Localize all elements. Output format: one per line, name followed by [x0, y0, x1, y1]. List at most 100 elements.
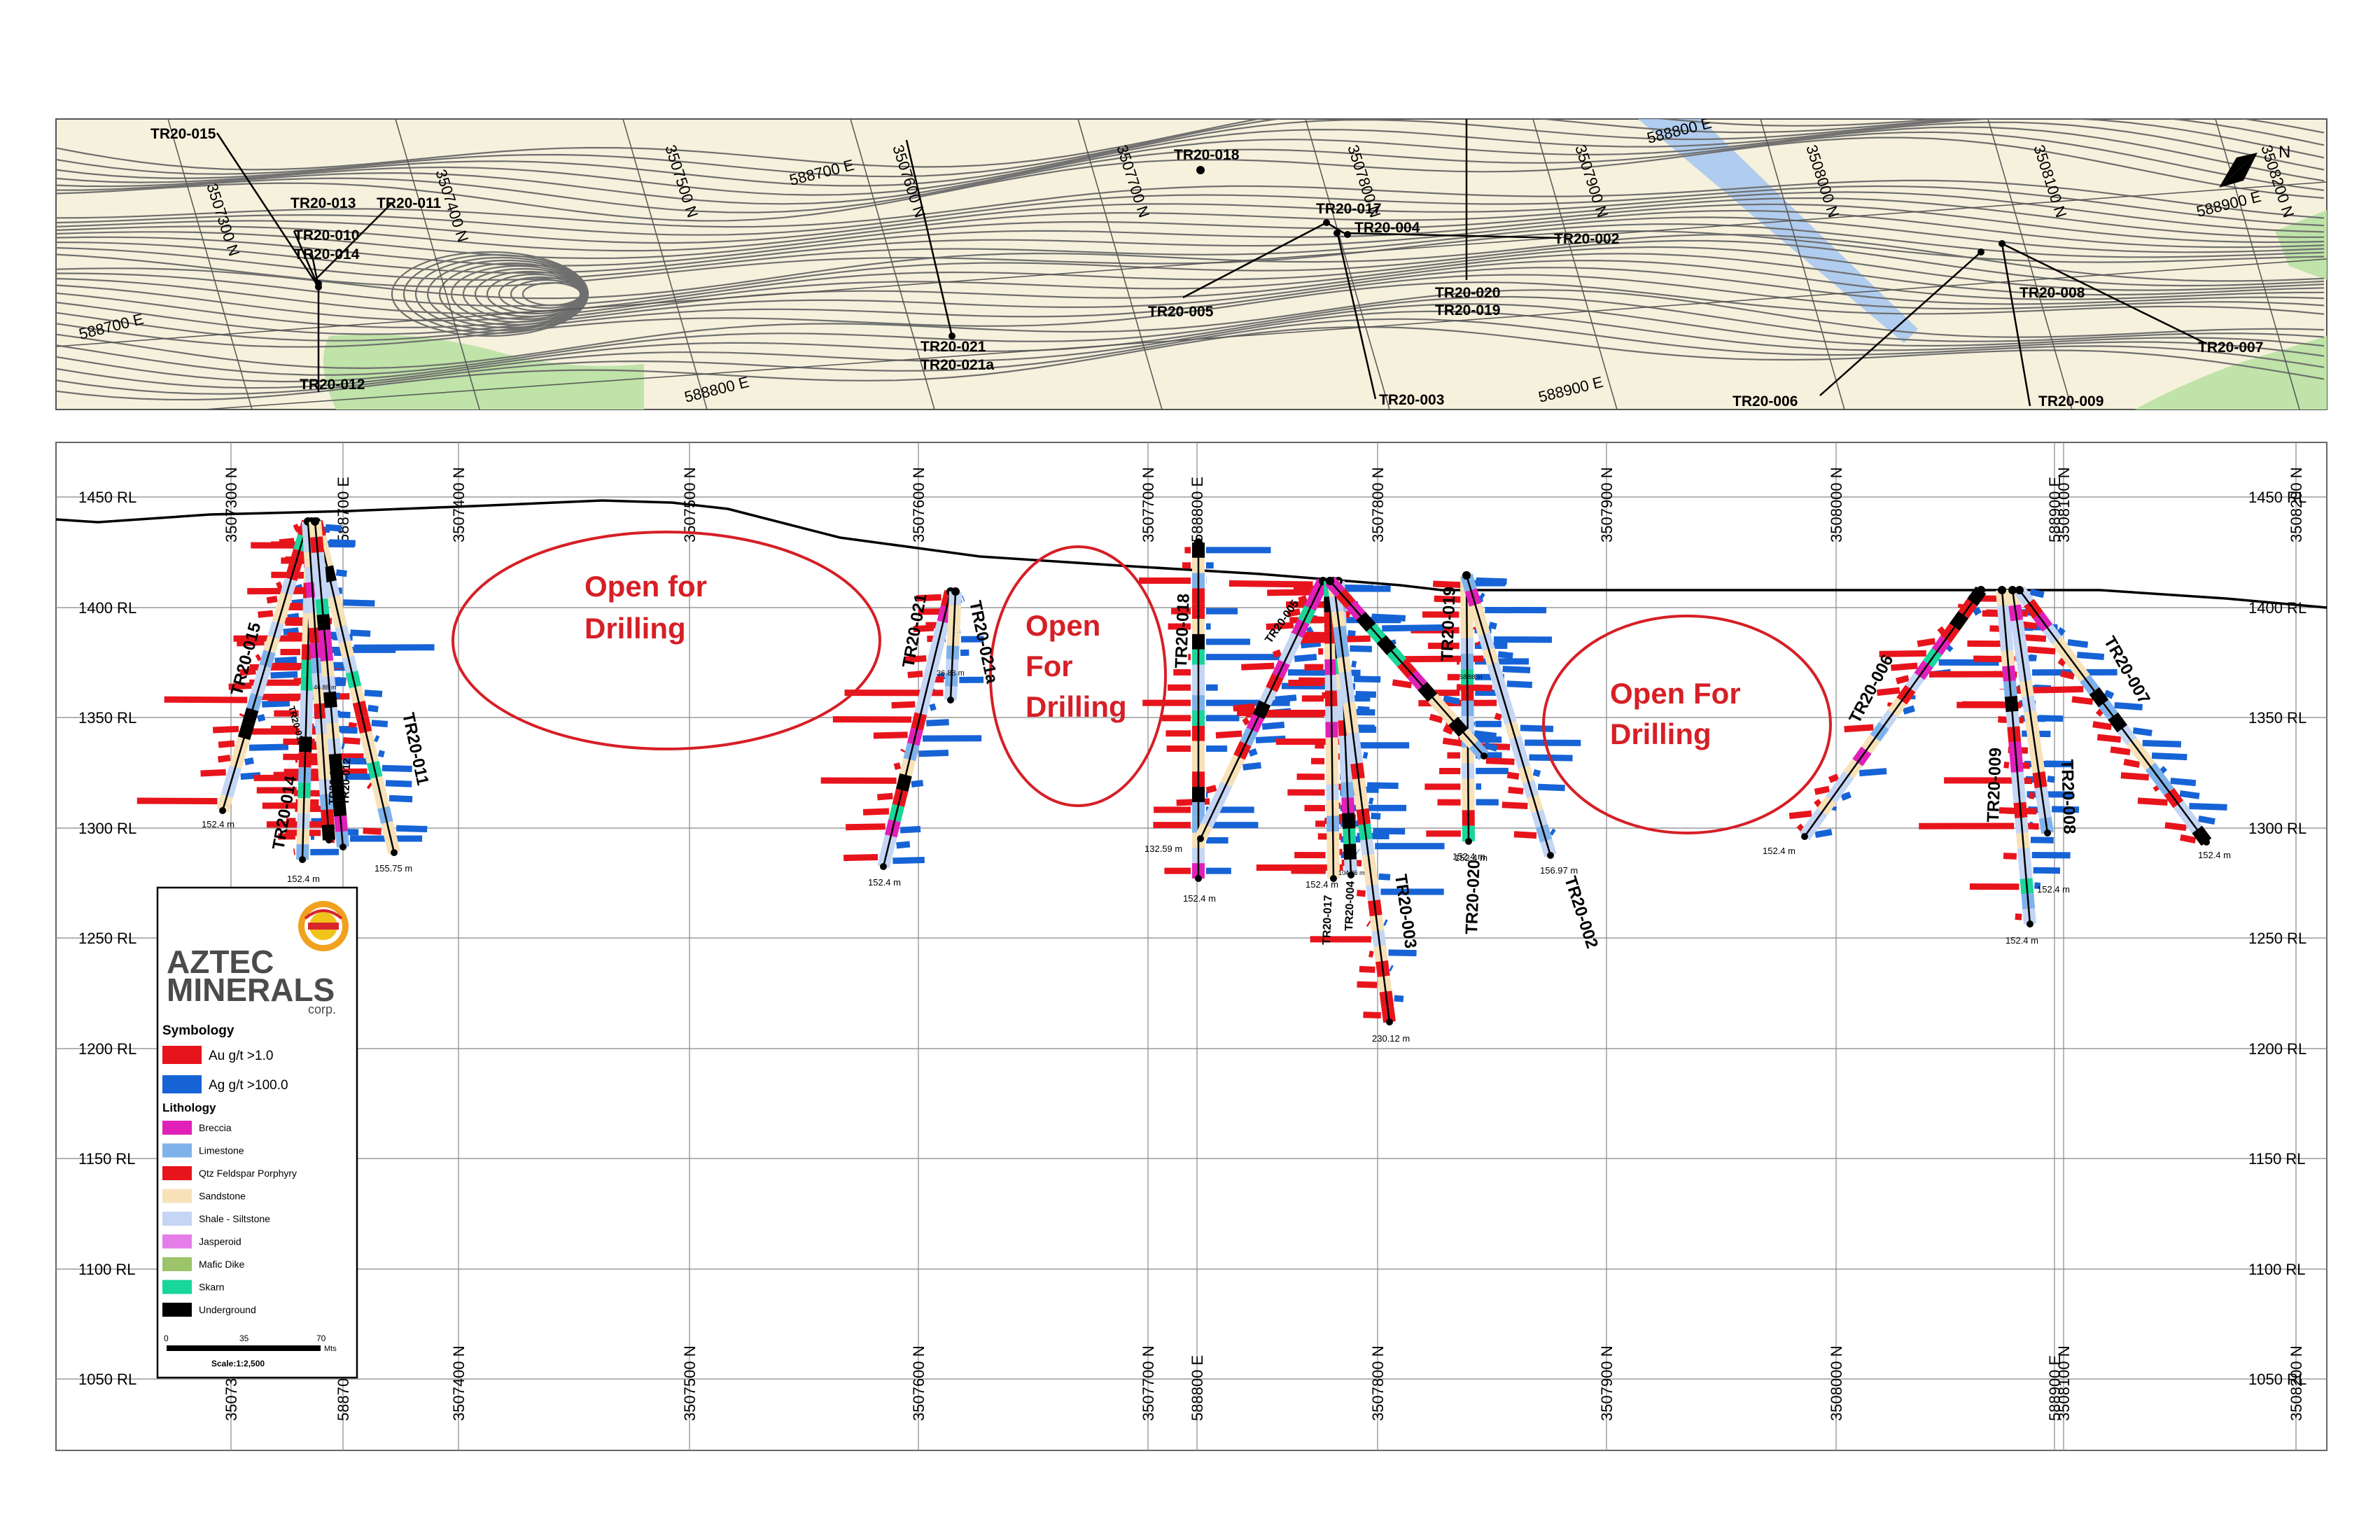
grid-label: 588700 E — [335, 477, 352, 542]
hole-end-marker — [1197, 835, 1204, 842]
au-assay-bar — [1796, 823, 1805, 832]
ag-assay-bar — [1474, 730, 1497, 739]
ag-assay-bar — [1483, 742, 1498, 752]
au-assay-bar — [1215, 730, 1242, 738]
hole-end-marker — [2026, 920, 2033, 927]
rl-label: 1450 RL — [78, 489, 136, 506]
section-hole-label: TR20-008 — [2057, 759, 2079, 834]
lithology-label: Skarn — [199, 1282, 225, 1293]
collar-marker — [1998, 586, 2006, 594]
hole-label: TR20-021 — [920, 339, 986, 355]
au-assay-bar — [2003, 853, 2017, 860]
au-assay-bar — [2027, 646, 2056, 655]
scale-bar — [167, 1345, 321, 1351]
au-assay-bar — [1494, 713, 1502, 721]
grid-label: 3507400 N — [450, 1345, 468, 1421]
lithology-label: Sandstone — [199, 1191, 246, 1202]
au-assay-bar — [2029, 792, 2036, 799]
au-assay-bar — [2110, 746, 2131, 756]
open-area-label: Open For — [1610, 677, 1741, 710]
ag-assay-bar — [2104, 690, 2115, 699]
au-assay-bar — [1442, 737, 1464, 747]
ag-assay-bar — [1357, 706, 1370, 713]
au-assay-bar — [1205, 785, 1217, 794]
ag-assay-bar — [1497, 651, 1513, 659]
open-area-label: Drilling — [1026, 690, 1127, 723]
depth-label: 152.4 m — [1306, 879, 1338, 890]
ag-assay-bar — [325, 524, 342, 532]
ag-assay-bar — [1506, 680, 1533, 688]
ag-assay-bar — [1840, 791, 1852, 801]
ag-assay-bar — [2189, 802, 2227, 811]
au-assay-bar — [1485, 757, 1515, 765]
rl-label: 1300 RL — [78, 820, 136, 837]
au-assay-bar — [212, 725, 239, 734]
au-assay-bar — [1392, 679, 1413, 689]
au-assay-bar — [1814, 799, 1823, 808]
hole-end-marker — [219, 807, 226, 814]
hole-label: TR20-014 — [294, 246, 360, 262]
ag-assay-bar — [350, 629, 371, 637]
ag-assay-bar — [283, 627, 299, 636]
ag-assay-bar — [1350, 645, 1373, 652]
hole-label: TR20-008 — [2019, 285, 2085, 301]
au-assay-bar — [343, 737, 360, 745]
rl-label: 1100 RL — [78, 1261, 136, 1278]
au-assay-bar — [136, 797, 218, 805]
ag-assay-bar — [373, 735, 380, 743]
ag-assay-bar — [1355, 691, 1377, 698]
grid-label: 3507600 N — [910, 467, 927, 542]
lithology-swatch — [162, 1303, 192, 1317]
lithology-swatch — [162, 1234, 192, 1249]
ag-assay-bar — [1443, 695, 1460, 705]
au-assay-bar — [893, 762, 902, 770]
collar-marker — [2015, 586, 2024, 594]
ag-assay-bar — [1476, 577, 1507, 585]
au-assay-bar — [363, 827, 382, 835]
hole-end-marker — [299, 856, 306, 863]
au-assay-bar — [1471, 626, 1478, 631]
ag-assay-bar — [244, 757, 254, 766]
ag-assay-bar — [1306, 626, 1314, 635]
ag-assay-bar — [248, 743, 289, 751]
depth-label: 36.88 m — [937, 669, 965, 678]
hole-label: TR20-021a — [920, 357, 994, 373]
ag-assay-bar — [1342, 584, 1373, 592]
scale-tick: 35 — [239, 1334, 249, 1343]
ag-assay-bar — [1972, 606, 1982, 616]
ag-assay-bar — [335, 569, 347, 578]
rl-label: 1250 RL — [2248, 930, 2306, 947]
lithology-label: Mafic Dike — [199, 1259, 245, 1270]
aztec-logo-icon — [298, 901, 349, 951]
ag-assay-bar — [1382, 624, 1444, 632]
au-assay-bar — [1937, 626, 1946, 636]
ag-assay-bar — [926, 719, 949, 727]
hole-end-marker — [880, 863, 887, 870]
au-assay-bar — [218, 740, 235, 748]
ag-assay-bar — [1814, 829, 1833, 839]
ag-assay-bar — [2142, 739, 2182, 748]
scale-unit: Mts — [324, 1345, 337, 1353]
lithology-label: Breccia — [199, 1122, 232, 1133]
depth-label: 152.4 m — [2198, 850, 2231, 860]
au-assay-bar — [1502, 802, 1528, 809]
ag-assay-bar — [1353, 676, 1381, 683]
scale-text: Scale:1:2,500 — [211, 1359, 265, 1368]
au-assay-bar — [1917, 638, 1936, 648]
ag-assay-bar — [2029, 589, 2045, 598]
map-figure: 3507300 N 3507400 N 3507500 N 3507600 N … — [55, 118, 2328, 1451]
ag-assay-bar — [1373, 827, 1406, 835]
ag-assay-bar — [1394, 995, 1404, 1002]
ag-assay-bar — [899, 825, 921, 834]
lithology-label: Underground — [199, 1304, 256, 1315]
lithology-swatch — [162, 1166, 192, 1180]
rl-label: 1400 RL — [78, 599, 136, 617]
au-assay-bar — [843, 853, 878, 862]
section-frame — [55, 442, 2328, 1451]
depth-label: 230.12 m — [1372, 1033, 1410, 1044]
ag-assay-bar — [1532, 769, 1541, 777]
depth-label: 155.75 m — [374, 863, 412, 874]
hole-label: TR20-003 — [1379, 392, 1444, 408]
depth-label: 152.4 m — [1452, 851, 1485, 862]
lithology-swatch — [162, 1143, 192, 1158]
